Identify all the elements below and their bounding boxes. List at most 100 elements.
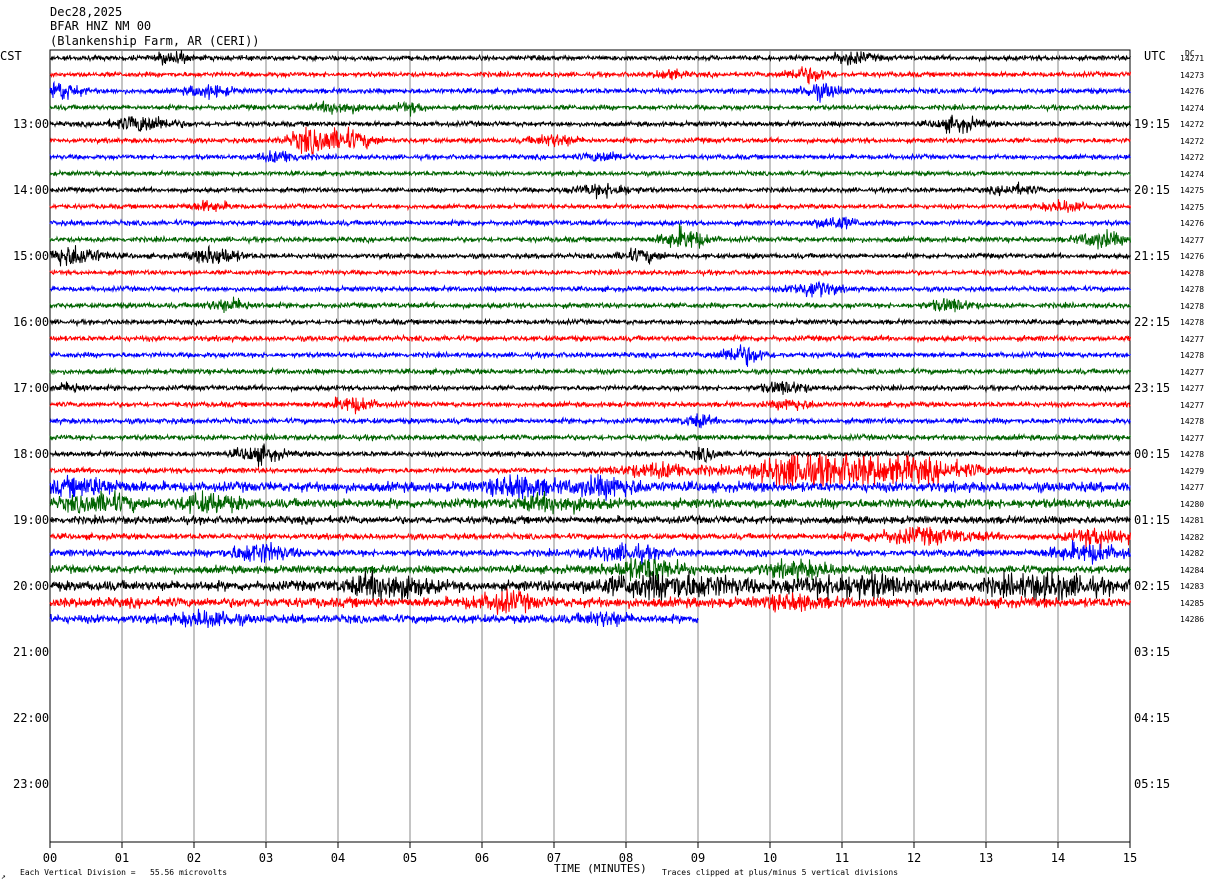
trace-row bbox=[49, 114, 1131, 134]
left-hour-label: 15:00 bbox=[13, 249, 50, 263]
trace-row bbox=[49, 181, 1131, 200]
trace-row bbox=[49, 50, 1131, 66]
trace-row bbox=[49, 223, 1131, 250]
trace-row bbox=[49, 608, 699, 629]
trace-row bbox=[49, 570, 1131, 602]
trace-row bbox=[49, 443, 1131, 468]
helicorder-plot: 00 01 02 03 04 05 06 07 08 09 10 11 12 13 14 15 bbox=[43, 49, 1137, 865]
trace-row bbox=[49, 454, 1131, 487]
dc-offset-label: 14280 bbox=[1180, 499, 1205, 509]
dc-offset-label: 14282 bbox=[1180, 532, 1205, 542]
x-tick-label: 09 bbox=[691, 851, 705, 865]
trace-row bbox=[49, 268, 1131, 278]
x-tick-label: 04 bbox=[331, 851, 345, 865]
dc-offset-label: 14278 bbox=[1180, 301, 1205, 311]
right-hour-label: 00:15 bbox=[1134, 447, 1171, 461]
dc-offset-label: 14285 bbox=[1180, 598, 1205, 608]
dc-offset-label: 14278 bbox=[1180, 268, 1205, 278]
dc-offset-label: 14278 bbox=[1180, 417, 1205, 426]
trace-row bbox=[49, 333, 1131, 344]
plot-grid bbox=[49, 49, 1131, 843]
dc-offset-label: 14275 bbox=[1180, 186, 1205, 195]
trace-row bbox=[49, 366, 1131, 377]
trace-row bbox=[49, 525, 1131, 550]
trace-row bbox=[49, 100, 1131, 117]
right-hour-label: 02:15 bbox=[1134, 579, 1171, 593]
x-tick-label: 13 bbox=[979, 851, 993, 865]
trace-row bbox=[49, 588, 1131, 615]
trace-row bbox=[49, 396, 1131, 415]
x-tick-label: 11 bbox=[835, 851, 849, 865]
left-hour-label: 14:00 bbox=[13, 183, 50, 197]
x-tick-label: 10 bbox=[763, 851, 777, 865]
right-hour-label: 23:15 bbox=[1134, 381, 1171, 395]
dc-offset-label: 14277 bbox=[1180, 433, 1205, 443]
right-timezone-label: UTC bbox=[1144, 49, 1166, 63]
left-hour-label: 16:00 bbox=[13, 315, 50, 329]
dc-offset-label: 14272 bbox=[1180, 136, 1205, 146]
trace-row bbox=[49, 199, 1131, 213]
trace-row bbox=[49, 216, 1131, 230]
right-hour-label: 21:15 bbox=[1134, 249, 1171, 263]
trace-row bbox=[49, 296, 1131, 314]
trace-row bbox=[49, 540, 1131, 565]
trace-row bbox=[49, 317, 1131, 328]
corner-arrow-icon: ↗ bbox=[1, 872, 6, 881]
left-hour-label: 17:00 bbox=[13, 381, 50, 395]
left-timezone-label: CST bbox=[0, 49, 22, 63]
dc-offset-label: 14274 bbox=[1180, 169, 1205, 179]
x-tick-label: 15 bbox=[1123, 851, 1137, 865]
x-tick-label: 12 bbox=[907, 851, 921, 865]
dc-offset-label: 14278 bbox=[1180, 318, 1205, 327]
trace-row bbox=[49, 80, 1131, 103]
right-hour-label: 22:15 bbox=[1134, 315, 1171, 329]
trace-row bbox=[49, 169, 1131, 179]
plot-frame bbox=[49, 49, 1131, 843]
left-hour-label: 23:00 bbox=[13, 777, 50, 791]
dc-offset-label: 14277 bbox=[1180, 483, 1205, 492]
trace-row bbox=[49, 514, 1131, 526]
right-hour-label: 04:15 bbox=[1134, 711, 1171, 725]
left-hour-label: 22:00 bbox=[13, 711, 50, 725]
header-location: (Blankenship Farm, AR (CERI)) bbox=[50, 34, 260, 48]
trace-row bbox=[49, 413, 1131, 429]
header-date: Dec28,2025 bbox=[50, 5, 123, 19]
dc-offset-label: 14272 bbox=[1180, 153, 1205, 162]
left-hour-label: 20:00 bbox=[13, 579, 50, 593]
dc-offset-label: 14283 bbox=[1180, 582, 1205, 591]
trace-row bbox=[49, 344, 1131, 367]
right-hour-label: 03:15 bbox=[1134, 645, 1171, 659]
dc-offset-label: 14276 bbox=[1180, 87, 1205, 96]
trace-row bbox=[49, 557, 1131, 583]
dc-offset-label: 14272 bbox=[1180, 120, 1205, 129]
dc-offset-label: 14286 bbox=[1180, 615, 1205, 624]
dc-offset-label: 14275 bbox=[1180, 202, 1205, 212]
dc-offset-label: 14284 bbox=[1180, 565, 1205, 575]
left-hour-label: 19:00 bbox=[13, 513, 50, 527]
trace-row bbox=[49, 280, 1131, 298]
dc-offset-label: 14277 bbox=[1180, 384, 1205, 393]
trace-row bbox=[49, 381, 1131, 395]
dc-offset-label: 14282 bbox=[1180, 549, 1205, 558]
dc-offset-label: 14277 bbox=[1180, 334, 1205, 344]
dc-offset-label: 14274 bbox=[1180, 103, 1205, 113]
right-hour-label: 01:15 bbox=[1134, 513, 1171, 527]
trace-row bbox=[49, 474, 1131, 501]
x-tick-label: 03 bbox=[259, 851, 273, 865]
left-hour-label: 13:00 bbox=[13, 117, 50, 131]
footer-clip-note: Traces clipped at plus/minus 5 vertical … bbox=[662, 868, 899, 877]
header-station: BFAR HNZ NM 00 bbox=[50, 19, 152, 33]
dc-offset-label: 14278 bbox=[1180, 285, 1205, 294]
x-tick-label: 06 bbox=[475, 851, 489, 865]
dc-offset-label: 14277 bbox=[1180, 400, 1205, 410]
x-tick-label: 14 bbox=[1051, 851, 1065, 865]
dc-offset-label: 14278 bbox=[1180, 450, 1205, 459]
trace-row bbox=[49, 432, 1131, 443]
seismic-traces bbox=[49, 50, 1131, 629]
footer-scale-note: Each Vertical Division = 55.56 microvolt… bbox=[20, 868, 228, 877]
dc-offset-label: 14279 bbox=[1180, 466, 1205, 476]
dc-offset-label: 14278 bbox=[1180, 351, 1205, 360]
dc-offset-label: 14271 bbox=[1180, 54, 1205, 63]
x-tick-label: 00 bbox=[43, 851, 57, 865]
trace-row bbox=[49, 244, 1131, 267]
